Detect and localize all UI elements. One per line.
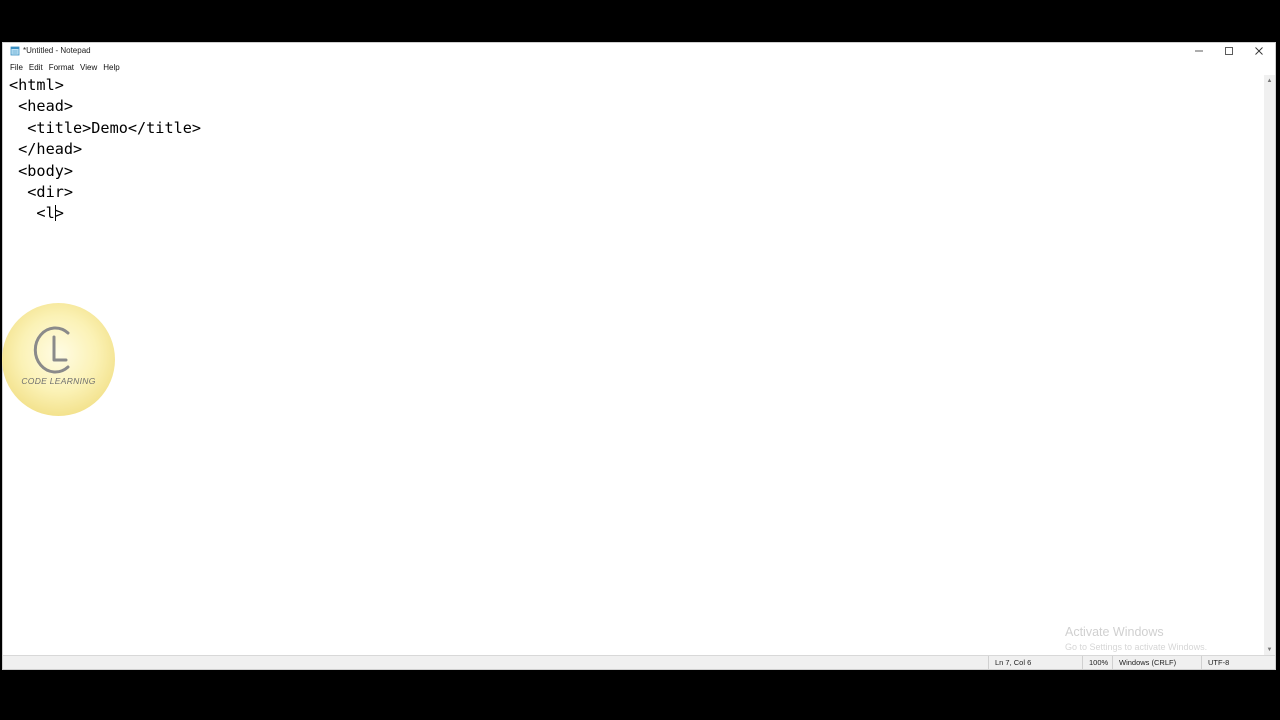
status-zoom: 100% (1082, 656, 1112, 669)
text-editor[interactable]: <html> <head> <title>Demo</title> </head… (3, 75, 1265, 655)
status-position: Ln 7, Col 6 (988, 656, 1082, 669)
scroll-up-icon[interactable]: ▲ (1264, 75, 1275, 86)
minimize-button[interactable] (1184, 43, 1214, 59)
status-encoding: UTF-8 (1201, 656, 1265, 669)
activate-windows-title: Activate Windows (1065, 625, 1164, 639)
window-title: *Untitled - Notepad (23, 46, 91, 55)
activate-windows-subtitle: Go to Settings to activate Windows. (1065, 642, 1208, 652)
menu-edit[interactable]: Edit (27, 61, 47, 75)
menu-view[interactable]: View (78, 61, 101, 75)
code-line-4: </head> (9, 140, 83, 159)
code-line-7-tail: > (54, 204, 64, 223)
maximize-button[interactable] (1214, 43, 1244, 59)
minimize-icon (1195, 50, 1203, 52)
notepad-window: *Untitled - Notepad File Edit Format Vie… (2, 42, 1276, 670)
code-line-6: <dir> (9, 183, 74, 201)
close-icon (1255, 47, 1263, 55)
menu-bar: File Edit Format View Help (3, 60, 1275, 75)
close-button[interactable] (1244, 43, 1274, 59)
code-line-7-text: <l (9, 204, 55, 223)
logo-text: CODE LEARNING (21, 376, 96, 386)
menu-file[interactable]: File (8, 61, 27, 75)
status-bar: Ln 7, Col 6 100% Windows (CRLF) UTF-8 (3, 655, 1275, 669)
code-line-7: <l> (9, 203, 64, 224)
menu-format[interactable]: Format (47, 61, 78, 75)
code-line-3: <title>Demo</title> (9, 118, 202, 137)
vertical-scrollbar[interactable]: ▲ ▼ (1264, 75, 1275, 655)
maximize-icon (1225, 47, 1233, 55)
status-line-ending: Windows (CRLF) (1112, 656, 1201, 669)
title-bar[interactable]: *Untitled - Notepad (3, 43, 1275, 59)
code-line-1: <html> (9, 76, 64, 94)
scroll-down-icon[interactable]: ▼ (1264, 644, 1275, 655)
menu-help[interactable]: Help (101, 61, 123, 75)
code-line-2: <head> (9, 97, 74, 116)
code-learning-logo: CODE LEARNING (2, 303, 115, 416)
logo-emblem-icon (33, 326, 70, 374)
notepad-icon (10, 46, 20, 56)
code-line-5: <body> (9, 161, 74, 180)
